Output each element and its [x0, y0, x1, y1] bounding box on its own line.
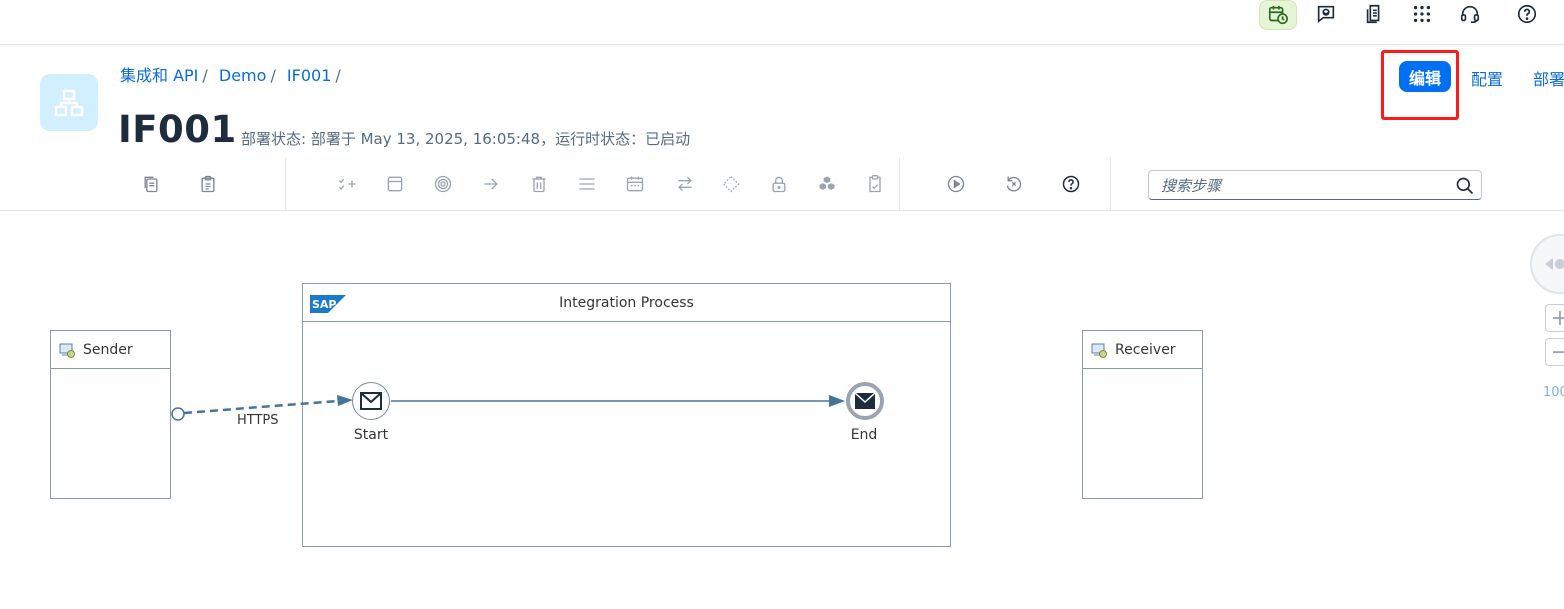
shell-bar	[0, 0, 1564, 44]
exchange-arrows-icon[interactable]	[671, 170, 699, 198]
copy-icon[interactable]	[137, 170, 165, 198]
pan-navigation-control[interactable]	[1530, 234, 1564, 294]
receiver-header: Receiver	[1083, 331, 1202, 369]
zoom-level: 100	[1543, 385, 1564, 400]
breadcrumb-link-demo[interactable]: Demo	[219, 66, 267, 85]
target-events-icon[interactable]	[429, 170, 457, 198]
paste-icon[interactable]	[194, 170, 222, 198]
receiver-label: Receiver	[1115, 341, 1176, 358]
search-icon[interactable]	[1455, 176, 1475, 196]
end-event[interactable]	[846, 382, 884, 420]
sender-participant[interactable]: Sender	[50, 330, 171, 499]
page-title: IF001	[118, 108, 237, 151]
arrow-right-icon[interactable]	[477, 170, 505, 198]
simulation-play-icon[interactable]	[942, 170, 970, 198]
lock-icon[interactable]	[765, 170, 793, 198]
receiver-participant[interactable]: Receiver	[1082, 330, 1203, 499]
configure-button[interactable]: 配置	[1471, 66, 1503, 90]
calendar-clock-icon[interactable]	[1259, 0, 1297, 30]
participant-box-icon[interactable]	[381, 170, 409, 198]
breadcrumb-separator: /	[270, 66, 276, 85]
sender-label: Sender	[83, 341, 133, 358]
envelope-filled-icon	[854, 392, 876, 409]
help-circle-icon[interactable]	[1057, 170, 1085, 198]
connection-source-circle	[171, 407, 185, 421]
integration-process-title: Integration Process	[559, 295, 694, 311]
sender-header: Sender	[51, 331, 170, 369]
search-input[interactable]	[1159, 174, 1443, 198]
checklist-add-icon[interactable]	[333, 170, 361, 198]
cubes-icon[interactable]	[813, 170, 841, 198]
breadcrumb: 集成和 API / Demo / IF001/	[120, 62, 347, 86]
https-connection-label[interactable]: HTTPS	[237, 413, 279, 428]
integration-flow-canvas[interactable]: Sender SAP Integration Process Receiver …	[0, 211, 1564, 609]
breadcrumb-separator: /	[335, 66, 341, 85]
participant-icon	[1091, 343, 1107, 358]
breadcrumb-link-if001[interactable]: IF001	[287, 66, 331, 85]
breadcrumb-separator: /	[202, 66, 208, 85]
deployment-status: 部署状态: 部署于 May 13, 2025, 16:05:48，运行时状态：已…	[241, 130, 691, 148]
delete-icon[interactable]	[525, 170, 553, 198]
toolbar-separator	[285, 158, 286, 210]
help-icon[interactable]	[1509, 0, 1545, 28]
integration-flow-app-icon	[40, 74, 98, 131]
zoom-in-button[interactable]: +	[1545, 304, 1564, 332]
participant-icon	[59, 343, 75, 358]
gateway-diamond-icon[interactable]	[717, 170, 745, 198]
toolbar-separator	[1110, 158, 1111, 210]
calendar-icon[interactable]	[621, 170, 649, 198]
start-event-label: Start	[353, 427, 389, 443]
shell-divider	[0, 44, 1564, 45]
documents-icon[interactable]	[1356, 0, 1392, 28]
pan-arrows-icon	[1545, 258, 1564, 270]
zoom-out-button[interactable]: −	[1545, 338, 1564, 366]
reset-simulation-icon[interactable]	[1000, 170, 1028, 198]
menu-lines-icon[interactable]	[573, 170, 601, 198]
headset-support-icon[interactable]	[1452, 0, 1488, 28]
start-event[interactable]	[352, 382, 390, 420]
end-event-label: End	[850, 427, 878, 443]
chat-feedback-icon[interactable]	[1308, 0, 1344, 28]
envelope-icon	[360, 392, 382, 410]
deploy-button[interactable]: 部署	[1533, 66, 1564, 90]
search-steps-field[interactable]	[1148, 170, 1482, 200]
edit-button[interactable]: 编辑	[1399, 61, 1451, 92]
breadcrumb-link-integration-api[interactable]: 集成和 API	[120, 66, 198, 85]
apps-grid-icon[interactable]	[1404, 0, 1440, 28]
toolbar-separator	[899, 158, 900, 210]
clipboard-check-icon[interactable]	[861, 170, 889, 198]
